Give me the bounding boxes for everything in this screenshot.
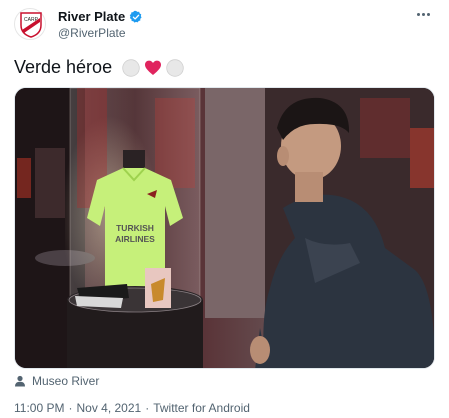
dot-icon xyxy=(416,12,420,16)
handle[interactable]: @RiverPlate xyxy=(58,26,126,40)
location-label: Museo River xyxy=(32,374,100,388)
white-circle-icon xyxy=(166,58,184,77)
jersey-text-line2: AIRLINES xyxy=(115,234,155,244)
avatar[interactable]: CARP xyxy=(14,8,46,40)
source-app[interactable]: Twitter for Android xyxy=(153,401,250,415)
svg-text:CARP: CARP xyxy=(24,17,39,23)
tweet-photo[interactable]: TURKISH AIRLINES xyxy=(14,87,435,369)
tweet-metadata: 11:00 PM · Nov 4, 2021 · Twitter for And… xyxy=(14,401,250,415)
tweet-text: Verde héroe xyxy=(14,57,184,78)
more-options-button[interactable] xyxy=(411,6,435,22)
museum-photo: TURKISH AIRLINES xyxy=(15,88,434,368)
dot-icon xyxy=(426,12,430,16)
dot-icon xyxy=(421,12,425,16)
display-name[interactable]: River Plate xyxy=(58,9,125,24)
tweet-time[interactable]: 11:00 PM xyxy=(14,401,64,415)
separator: · xyxy=(68,401,73,415)
location-tag[interactable]: Museo River xyxy=(14,374,99,388)
author-row: River Plate xyxy=(58,9,143,24)
tweet-date[interactable]: Nov 4, 2021 xyxy=(76,401,141,415)
verified-badge-icon xyxy=(129,10,143,24)
red-heart-icon xyxy=(144,59,162,77)
river-plate-crest-icon: CARP xyxy=(20,12,42,38)
person-icon xyxy=(15,375,25,387)
tweet-body: Verde héroe xyxy=(14,57,113,77)
tweet-card: CARP River Plate @RiverPlate Verde héroe xyxy=(0,0,449,418)
separator: · xyxy=(145,401,150,415)
jersey-text-line1: TURKISH xyxy=(116,223,154,233)
white-circle-icon xyxy=(122,58,140,77)
